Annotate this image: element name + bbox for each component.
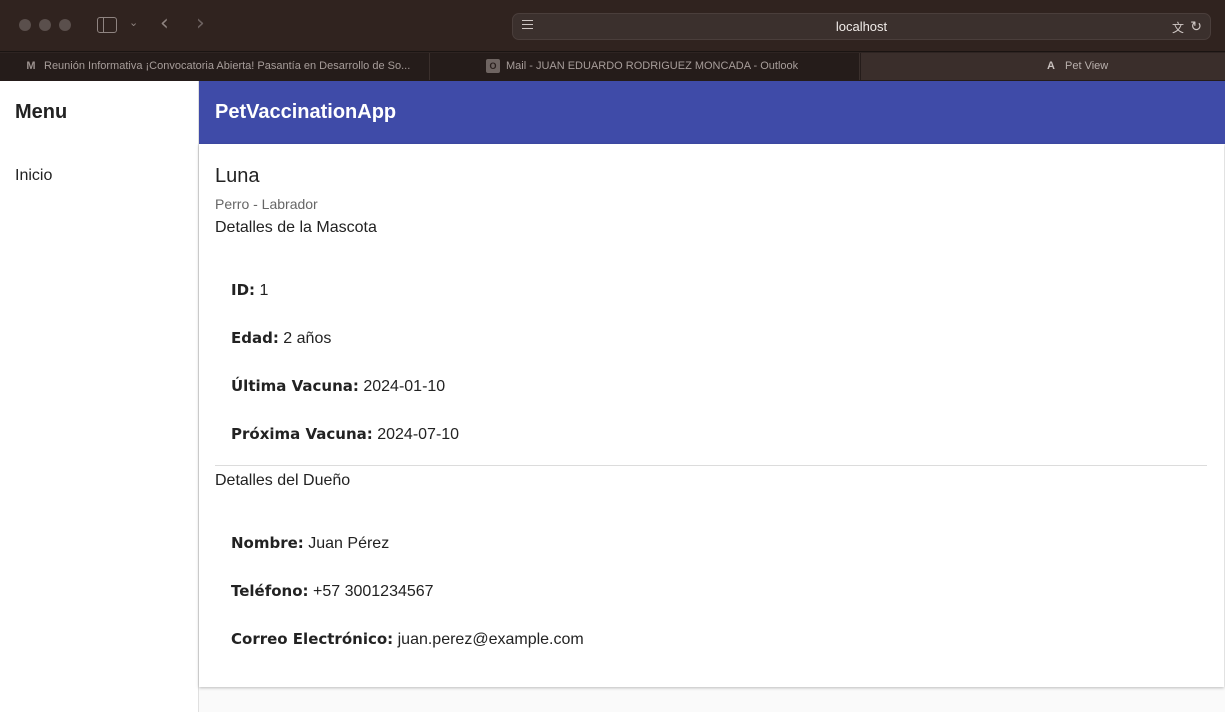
forward-icon[interactable]: › bbox=[196, 11, 205, 36]
owner-details-heading: Detalles del Dueño bbox=[215, 472, 351, 489]
url-text[interactable]: localhost bbox=[513, 19, 1210, 34]
pet-field-last-vaccine: Última Vacuna: 2024-01-10 bbox=[231, 377, 445, 396]
address-bar[interactable]: localhost ⽂ ↻ bbox=[512, 13, 1211, 40]
field-value: +57 3001234567 bbox=[313, 583, 434, 600]
zoom-window-button[interactable] bbox=[59, 19, 71, 31]
field-value: 2024-07-10 bbox=[377, 426, 460, 443]
sidebar-toggle-icon[interactable] bbox=[97, 17, 117, 33]
translate-icon[interactable]: ⽂ bbox=[1172, 19, 1184, 36]
field-label: Correo Electrónico: bbox=[231, 630, 394, 648]
tab-gmail[interactable]: M Reunión Informativa ¡Convocatoria Abie… bbox=[0, 53, 430, 80]
angular-icon: A bbox=[1047, 60, 1055, 72]
close-window-button[interactable] bbox=[19, 19, 31, 31]
reload-icon[interactable]: ↻ bbox=[1190, 18, 1202, 35]
pet-name: Luna bbox=[215, 165, 260, 187]
tab-label: Pet View bbox=[1065, 60, 1109, 72]
side-menu: Menu Inicio bbox=[0, 81, 199, 712]
tab-bar: M Reunión Informativa ¡Convocatoria Abie… bbox=[0, 53, 1225, 81]
browser-chrome: ⌄ ‹ › localhost ⽂ ↻ M Reunión Informativ… bbox=[0, 0, 1225, 81]
field-label: Próxima Vacuna: bbox=[231, 425, 373, 443]
menu-title: Menu bbox=[15, 101, 68, 123]
gmail-icon: M bbox=[26, 60, 36, 72]
field-label: ID: bbox=[231, 281, 256, 299]
field-label: Última Vacuna: bbox=[231, 377, 359, 395]
field-value: juan.perez@example.com bbox=[397, 631, 584, 648]
pet-field-next-vaccine: Próxima Vacuna: 2024-07-10 bbox=[231, 425, 459, 444]
back-icon[interactable]: ‹ bbox=[160, 11, 169, 36]
app-toolbar: PetVaccinationApp bbox=[199, 81, 1225, 144]
app-viewport: Menu Inicio PetVaccinationApp Luna Perro… bbox=[0, 81, 1225, 712]
field-label: Edad: bbox=[231, 329, 279, 347]
chevron-down-icon[interactable]: ⌄ bbox=[129, 16, 138, 29]
field-label: Nombre: bbox=[231, 534, 304, 552]
pet-details-heading: Detalles de la Mascota bbox=[215, 219, 377, 236]
field-value: 2 años bbox=[283, 330, 332, 347]
pet-details-card: Luna Perro - Labrador Detalles de la Mas… bbox=[199, 144, 1224, 687]
outlook-icon: O bbox=[486, 59, 500, 73]
pet-subtitle: Perro - Labrador bbox=[215, 196, 318, 212]
minimize-window-button[interactable] bbox=[39, 19, 51, 31]
field-label: Teléfono: bbox=[231, 582, 309, 600]
field-value: Juan Pérez bbox=[308, 535, 390, 552]
divider bbox=[215, 465, 1207, 466]
tab-label: Mail - JUAN EDUARDO RODRIGUEZ MONCADA - … bbox=[506, 60, 799, 72]
browser-toolbar: ⌄ ‹ › localhost ⽂ ↻ bbox=[0, 0, 1225, 52]
tab-pet-view[interactable]: A Pet View bbox=[861, 53, 1225, 80]
field-value: 2024-01-10 bbox=[363, 378, 446, 395]
owner-field-email: Correo Electrónico: juan.perez@example.c… bbox=[231, 630, 584, 649]
sidebar-item-inicio[interactable]: Inicio bbox=[15, 167, 52, 185]
owner-field-phone: Teléfono: +57 3001234567 bbox=[231, 582, 434, 601]
tab-label: Reunión Informativa ¡Convocatoria Abiert… bbox=[44, 60, 411, 72]
field-value: 1 bbox=[259, 282, 269, 299]
pet-field-id: ID: 1 bbox=[231, 281, 268, 300]
tab-outlook[interactable]: O Mail - JUAN EDUARDO RODRIGUEZ MONCADA … bbox=[430, 53, 860, 80]
pet-field-age: Edad: 2 años bbox=[231, 329, 331, 348]
owner-field-name: Nombre: Juan Pérez bbox=[231, 534, 389, 553]
app-title: PetVaccinationApp bbox=[215, 101, 397, 123]
